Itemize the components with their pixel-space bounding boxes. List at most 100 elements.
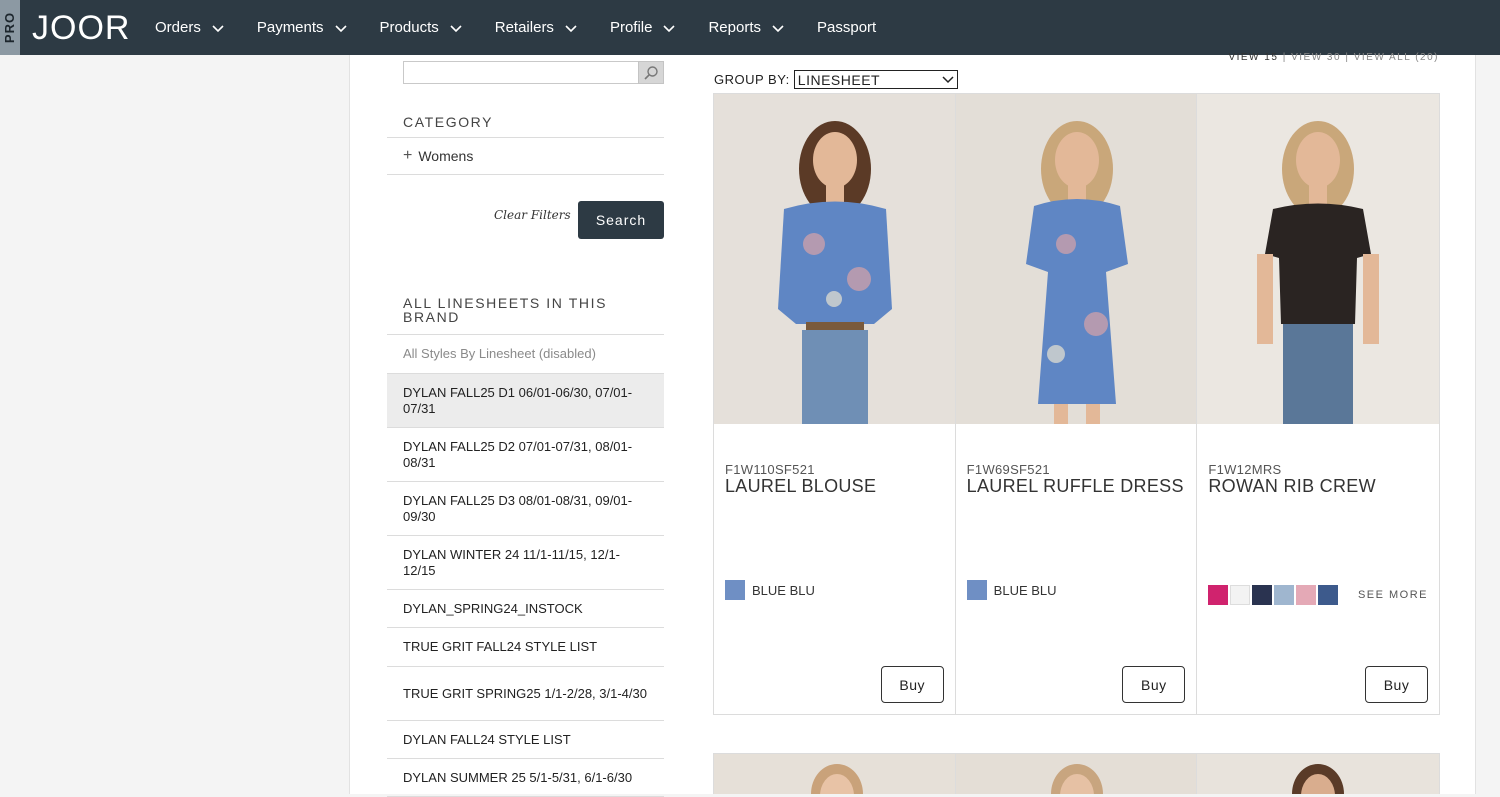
color-name: BLUE BLU bbox=[752, 582, 815, 598]
linesheet-item[interactable]: DYLAN SUMMER 25 5/1-5/31, 6/1-6/30 bbox=[387, 759, 664, 797]
linesheet-item[interactable]: DYLAN FALL25 D2 07/01-07/31, 08/01-08/31 bbox=[387, 428, 664, 482]
see-more-link[interactable]: SEE MORE bbox=[1358, 589, 1428, 601]
color-swatch bbox=[966, 580, 987, 600]
search-button[interactable]: Search bbox=[578, 201, 664, 239]
linesheet-item[interactable]: DYLAN FALL24 STYLE LIST bbox=[387, 721, 664, 759]
group-by-select[interactable]: LINESHEET bbox=[793, 70, 958, 89]
linesheet-item: All Styles By Linesheet (disabled) bbox=[387, 335, 664, 374]
group-by-label: GROUP BY: bbox=[714, 72, 790, 87]
product-name[interactable]: LAUREL BLOUSE bbox=[725, 476, 876, 497]
linesheet-label: TRUE GRIT FALL24 STYLE LIST bbox=[403, 639, 598, 654]
linesheet-item[interactable]: DYLAN FALL25 D3 08/01-08/31, 09/01-09/30 bbox=[387, 482, 664, 536]
product-card: F1W12MRS ROWAN RIB CREW SEE MORE Buy bbox=[1197, 94, 1440, 714]
chevron-down-icon bbox=[450, 24, 462, 32]
nav-products[interactable]: Products bbox=[380, 19, 463, 36]
separator: | bbox=[1345, 52, 1350, 63]
joor-logo[interactable]: JOOR bbox=[32, 8, 134, 46]
linesheet-label: DYLAN_SPRING24_INSTOCK bbox=[403, 600, 583, 616]
filter-search-input[interactable] bbox=[403, 61, 663, 84]
chevron-down-icon bbox=[942, 75, 954, 83]
category-title: CATEGORY bbox=[403, 114, 494, 130]
nav-label: Reports bbox=[708, 19, 761, 36]
nav-label: Orders bbox=[155, 19, 201, 36]
buy-button[interactable]: Buy bbox=[1122, 666, 1186, 703]
group-by-control: GROUP BY: LINESHEET bbox=[714, 70, 958, 89]
nav-retailers[interactable]: Retailers bbox=[495, 19, 578, 36]
color-swatch[interactable] bbox=[1208, 585, 1229, 605]
chevron-down-icon bbox=[772, 24, 784, 32]
product-card-photo[interactable] bbox=[1197, 754, 1439, 794]
product-name[interactable]: LAUREL RUFFLE DRESS bbox=[967, 476, 1184, 497]
nav-reports[interactable]: Reports bbox=[708, 19, 785, 36]
product-photo-link[interactable] bbox=[955, 94, 1197, 424]
linesheet-label: DYLAN SUMMER 25 5/1-5/31, 6/1-6/30 bbox=[403, 769, 633, 785]
nav-profile[interactable]: Profile bbox=[610, 19, 677, 36]
category-item-womens[interactable]: + Womens bbox=[403, 147, 473, 165]
product-sku: F1W69SF521 bbox=[966, 462, 1050, 477]
pro-tab[interactable]: PRO bbox=[0, 0, 20, 55]
linesheet-label: DYLAN WINTER 24 11/1-11/15, 12/1-12/15 bbox=[403, 546, 621, 578]
nav-label: Retailers bbox=[494, 19, 554, 36]
color-swatch[interactable] bbox=[1318, 585, 1339, 605]
linesheet-label: DYLAN FALL25 D3 08/01-08/31, 09/01-09/30 bbox=[403, 492, 633, 524]
nav-label: Payments bbox=[256, 19, 324, 36]
linesheet-list: All Styles By Linesheet (disabled) DYLAN … bbox=[387, 334, 664, 797]
search-icon-button[interactable] bbox=[638, 61, 664, 84]
linesheet-item[interactable]: TRUE GRIT SPRING25 1/1-2/28, 3/1-4/30 bbox=[387, 667, 664, 721]
linesheet-label: DYLAN FALL25 D1 06/01-06/30, 07/01-07/31 bbox=[403, 384, 633, 416]
clear-filters-link[interactable]: Clear Filters bbox=[494, 208, 571, 222]
product-card-photo[interactable] bbox=[714, 754, 956, 794]
color-name: BLUE BLU bbox=[993, 582, 1057, 598]
color-swatch[interactable] bbox=[1252, 585, 1273, 605]
product-photo bbox=[1197, 94, 1440, 424]
nav-label: Passport bbox=[817, 19, 877, 36]
color-swatch[interactable] bbox=[1296, 585, 1317, 605]
pro-label: PRO bbox=[2, 11, 18, 44]
linesheets-title: ALL LINESHEETS IN THIS BRAND bbox=[403, 295, 608, 325]
color-option[interactable]: BLUE BLU bbox=[725, 580, 815, 600]
top-nav-bar: PRO JOOR Orders Payments Products Retailers… bbox=[0, 0, 1500, 55]
group-by-value: LINESHEET bbox=[797, 71, 881, 88]
product-sku: F1W110SF521 bbox=[725, 462, 815, 477]
linesheet-item[interactable]: DYLAN_SPRING24_INSTOCK bbox=[387, 590, 664, 628]
view-all-link[interactable]: VIEW ALL (20) bbox=[1354, 52, 1439, 63]
product-grid-next-row bbox=[713, 753, 1440, 794]
product-photo bbox=[955, 94, 1197, 424]
nav-passport[interactable]: Passport bbox=[817, 19, 876, 36]
chevron-down-icon bbox=[334, 24, 347, 32]
linesheet-item[interactable]: DYLAN FALL25 D1 06/01-06/30, 07/01-07/31 bbox=[387, 374, 664, 428]
search-icon bbox=[644, 65, 658, 80]
color-swatch bbox=[725, 580, 745, 600]
product-photo-link[interactable] bbox=[1197, 94, 1440, 424]
main-nav: Orders Payments Products Retailers Profile Re… bbox=[155, 0, 908, 55]
color-swatch-row bbox=[1208, 585, 1340, 605]
product-sku: F1W12MRS bbox=[1208, 462, 1282, 477]
linesheet-label: DYLAN FALL25 D2 07/01-07/31, 08/01-08/31 bbox=[403, 438, 633, 470]
color-option[interactable]: BLUE BLU bbox=[966, 580, 1057, 600]
product-name[interactable]: ROWAN RIB CREW bbox=[1208, 476, 1376, 497]
nav-payments[interactable]: Payments bbox=[257, 19, 348, 36]
color-swatch[interactable] bbox=[1230, 585, 1251, 605]
category-item-label: Womens bbox=[418, 148, 474, 164]
linesheet-item[interactable]: TRUE GRIT FALL24 STYLE LIST bbox=[387, 628, 664, 667]
view-30-link[interactable]: VIEW 30 bbox=[1291, 52, 1341, 63]
product-photo bbox=[714, 94, 955, 424]
product-card-photo[interactable] bbox=[955, 754, 1198, 794]
main-content: CATEGORY + Womens Clear Filters Search A… bbox=[349, 52, 1476, 797]
buy-button[interactable]: Buy bbox=[880, 666, 944, 703]
nav-label: Profile bbox=[609, 19, 653, 36]
separator: | bbox=[1282, 52, 1287, 63]
linesheet-item[interactable]: DYLAN WINTER 24 11/1-11/15, 12/1-12/15 bbox=[387, 536, 664, 590]
linesheet-label: TRUE GRIT SPRING25 1/1-2/28, 3/1-4/30 bbox=[403, 685, 647, 701]
linesheet-label: DYLAN FALL24 STYLE LIST bbox=[403, 731, 571, 747]
product-card: F1W69SF521 LAUREL RUFFLE DRESS BLUE BLU Buy bbox=[955, 94, 1198, 714]
linesheet-label: All Styles By Linesheet (disabled) bbox=[403, 346, 596, 361]
divider bbox=[387, 174, 664, 175]
buy-button[interactable]: Buy bbox=[1365, 666, 1429, 703]
view-15-link[interactable]: VIEW 15 bbox=[1228, 52, 1278, 63]
color-swatch[interactable] bbox=[1274, 585, 1295, 605]
product-photo-link[interactable] bbox=[714, 94, 955, 424]
nav-orders[interactable]: Orders bbox=[155, 19, 225, 36]
chevron-down-icon bbox=[565, 24, 577, 32]
logo-text: JOOR bbox=[32, 9, 130, 46]
